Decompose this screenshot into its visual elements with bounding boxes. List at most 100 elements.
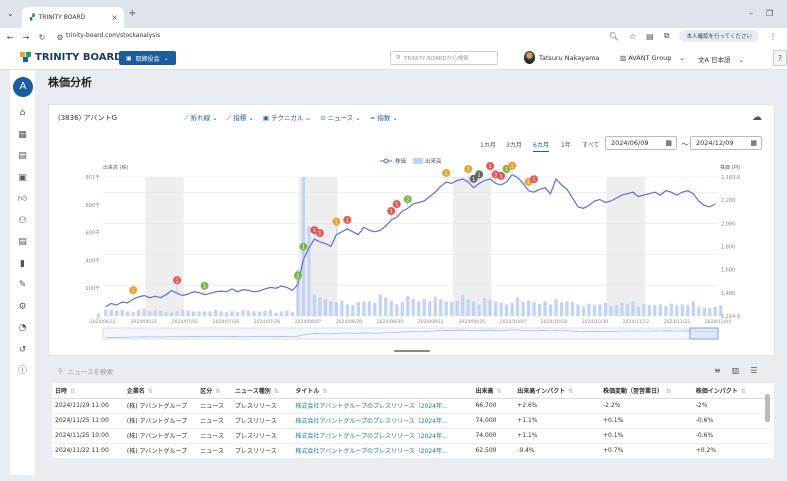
browser-tab[interactable]: ▞ TRINITY BOARD ×	[22, 7, 124, 28]
column-header[interactable]: ニュース種別 ⇅	[232, 383, 293, 399]
sort-icon[interactable]: ⇅	[741, 388, 746, 395]
back-icon[interactable]: ←	[4, 33, 16, 42]
user-menu[interactable]: Tatsuru Nakayama	[524, 51, 599, 64]
news-title-link[interactable]: 株式会社アバントグループのプレスリリース（2024年...	[292, 428, 473, 444]
table-row[interactable]: 2024/11/25 10:00 (株) アバントグループ ニュース プレスリリース株…	[52, 428, 774, 444]
workspace-avatar[interactable]: A	[13, 77, 33, 97]
volume-bar	[554, 299, 558, 316]
calendar-icon[interactable]: ▤	[17, 151, 28, 162]
toolbar-news[interactable]: ⊙ ニュース ⌄	[320, 112, 361, 123]
bookmark-star-icon[interactable]: ☆	[629, 32, 636, 41]
document-icon[interactable]: ▤	[17, 237, 28, 248]
volume-bar	[526, 300, 531, 316]
toolbar-line[interactable]: ⟋ 折れ線 ⌄	[184, 112, 218, 123]
people-gear-icon[interactable]: ⚙	[17, 302, 28, 313]
home-icon[interactable]: ⌂	[17, 108, 28, 119]
global-search-input[interactable]: ⚲ TRINITY BOARDから検索	[390, 51, 498, 65]
people-icon[interactable]: ⚇	[17, 216, 28, 227]
x-tick-label: 2024/07/16	[213, 319, 240, 325]
volume-bar	[417, 301, 421, 316]
thumbs-up-icon[interactable]: 👍︎	[17, 194, 28, 205]
column-header[interactable]: タイトル ⇅	[292, 383, 473, 399]
calendar-alt-icon[interactable]: ▣	[17, 173, 28, 184]
column-header[interactable]: 出来高インパクト ⇅	[514, 383, 601, 399]
news-title-link[interactable]: 株式会社アバントグループのプレスリリース（2024年...	[292, 443, 473, 459]
app-logo[interactable]: TRINITY BOARD	[20, 52, 122, 63]
restore-icon[interactable]: ❐	[766, 9, 773, 18]
volume-bar	[224, 312, 229, 316]
bar-chart-icon[interactable]: ▮	[17, 259, 28, 270]
document-edit-icon[interactable]: ✎	[17, 280, 28, 291]
new-tab-icon[interactable]: +	[128, 8, 136, 19]
board-meeting-button[interactable]: ▣ 取締役会 ⌄	[119, 51, 176, 65]
x-tick-label: 2024/06/21	[131, 319, 158, 325]
density-icon[interactable]: ☰	[750, 366, 757, 375]
minimize-icon[interactable]: –	[749, 9, 753, 18]
table-row[interactable]: 2024/11/25 11:00 (株) アバントグループ ニュース プレスリリース株…	[52, 413, 774, 429]
column-header[interactable]: 日時 ⇅	[52, 383, 124, 399]
sort-icon[interactable]: ⇅	[274, 388, 279, 395]
site-info-icon[interactable]: ⚙	[54, 33, 66, 42]
info-icon[interactable]: ⓘ	[17, 366, 28, 377]
table-cell: (株) アバントグループ	[123, 398, 198, 414]
date-from-input[interactable]: 2024/06/09 ▦	[605, 136, 677, 150]
sort-icon[interactable]: ⇅	[322, 388, 327, 395]
news-marker-label: 3	[494, 172, 497, 178]
sort-icon[interactable]: ⇅	[215, 388, 220, 395]
forward-icon[interactable]: →	[20, 33, 32, 42]
range-1y[interactable]: 1年	[561, 140, 571, 149]
volume-bar	[285, 310, 289, 316]
x-tick-label: 2024/11/12	[623, 319, 650, 325]
extensions-icon[interactable]: ⧉	[664, 31, 670, 41]
help-button[interactable]: ?	[773, 50, 787, 66]
news-search-input[interactable]: ⚲ ニュースを検索	[58, 366, 113, 376]
cloud-download-icon[interactable]: ☁	[752, 112, 762, 123]
table-row[interactable]: 2024/11/22 11:00 (株) アバントグループ ニュース プレスリリース株…	[52, 443, 774, 459]
url-text[interactable]: trinity-board.com/stockanalysis	[66, 32, 160, 39]
toolbar-technical[interactable]: ▣ テクニカル ⌄	[263, 112, 311, 123]
volume-bar	[175, 311, 179, 316]
toolbar-index[interactable]: ≈ 指数 ⌄	[370, 112, 398, 123]
column-header[interactable]: 出来高 ⇅	[472, 383, 515, 399]
news-title-link[interactable]: 株式会社アバントグループのプレスリリース（2024年...	[292, 398, 473, 414]
news-marker-label: 1	[318, 231, 321, 237]
table-cell: (株) アバントグループ	[123, 428, 198, 444]
tab-list-icon[interactable]: ⌄	[7, 9, 14, 18]
column-header[interactable]: 区分 ⇅	[197, 383, 233, 399]
sort-icon[interactable]: ⇅	[568, 388, 573, 395]
volume-bar	[131, 312, 135, 316]
history-icon[interactable]: ↺	[17, 345, 28, 356]
toolbar-indicators[interactable]: ⟋ 指標 ⌄	[227, 112, 254, 123]
range-3m[interactable]: 3カ月	[506, 140, 522, 149]
reading-list-icon[interactable]: ▤	[646, 32, 654, 41]
menu-icon[interactable]: ⋮	[769, 32, 777, 41]
zoom-icon[interactable]: 🔍︎	[609, 32, 619, 41]
pie-chart-icon[interactable]: ◔	[17, 323, 28, 334]
column-header[interactable]: 株価インパクト ⇅	[692, 383, 774, 399]
columns-icon[interactable]: ▥	[732, 366, 740, 375]
filter-icon[interactable]: ≡	[714, 366, 721, 375]
column-header[interactable]: 企業名 ⇅	[123, 383, 198, 399]
close-tab-icon[interactable]: ×	[111, 13, 118, 22]
language-selector[interactable]: 文A 日本語 ⌄	[698, 54, 744, 64]
sort-icon[interactable]: ⇅	[148, 388, 153, 395]
date-to-input[interactable]: 2024/12/09 ▦	[690, 136, 762, 150]
sort-icon[interactable]: ⇅	[666, 388, 671, 395]
sort-icon[interactable]: ⇅	[70, 388, 75, 395]
volume-bar	[153, 310, 157, 316]
right-tick-label: 1,600	[721, 268, 735, 274]
sort-icon[interactable]: ⇅	[497, 388, 502, 395]
profile-button[interactable]: 本人確認を行ってください	[679, 30, 759, 42]
browser-tab-strip: ⌄ ▞ TRINITY BOARD × + – ❐	[0, 0, 787, 28]
volume-bar	[559, 302, 564, 316]
dashboard-icon[interactable]: ▦	[17, 130, 28, 141]
stock-price-chart[interactable]: 111111 11 1112111113 1111 1出来高 (株)901千800千60…	[58, 150, 770, 355]
range-all[interactable]: すべて	[582, 140, 599, 149]
table-row[interactable]: 2024/11/29 11:00 (株) アバントグループ ニュース プレスリリース株…	[52, 398, 774, 414]
table-scrollbar[interactable]	[765, 394, 770, 422]
range-1m[interactable]: 1カ月	[480, 140, 496, 149]
news-title-link[interactable]: 株式会社アバントグループのプレスリリース（2024年...	[292, 413, 473, 429]
reload-icon[interactable]: ↻	[36, 33, 48, 42]
company-selector[interactable]: ▥ AVANT Group ⌄	[620, 54, 685, 62]
column-header[interactable]: 株価変動（翌営業日） ⇅	[600, 383, 693, 399]
